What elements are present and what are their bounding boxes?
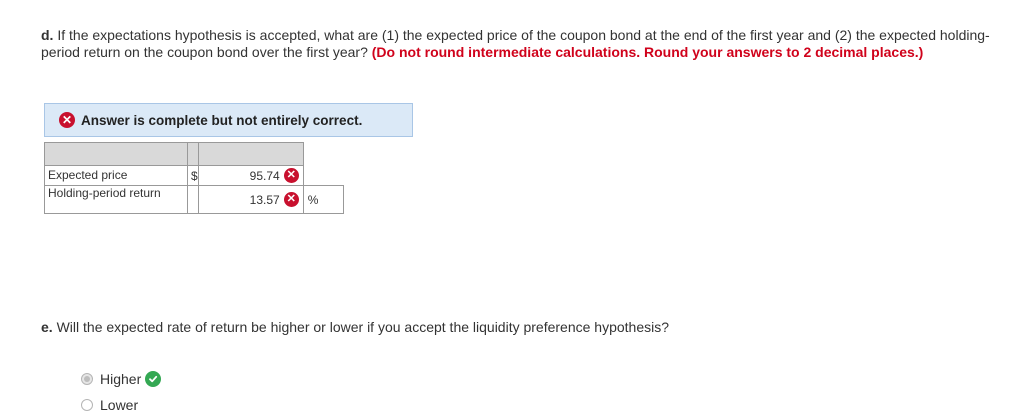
table-row: Expected price $ 95.74 ✕ — [44, 165, 344, 186]
question-e-label: e. — [41, 319, 53, 335]
x-circle-icon: ✕ — [59, 112, 75, 128]
incorrect-icon: ✕ — [283, 168, 299, 183]
answer-table-header — [44, 142, 344, 166]
option-lower[interactable]: Lower — [81, 397, 138, 413]
expected-price-input[interactable]: 95.74 ✕ — [197, 165, 304, 186]
question-e-text: Will the expected rate of return be high… — [52, 319, 670, 335]
answer-status-text: Answer is complete but not entirely corr… — [81, 112, 363, 128]
radio-lower[interactable] — [81, 399, 93, 411]
option-higher[interactable]: Higher — [81, 371, 162, 387]
option-lower-label: Lower — [100, 397, 139, 413]
expected-price-value: 95.74 — [249, 168, 280, 183]
question-e: e. Will the expected rate of return be h… — [41, 319, 669, 335]
percent-suffix: % — [302, 185, 344, 214]
option-higher-label: Higher — [100, 371, 142, 387]
table-row: Holding-period return 13.57 ✕ % — [44, 185, 344, 214]
answer-status-banner: ✕ Answer is complete but not entirely co… — [44, 103, 413, 137]
holding-period-return-value: 13.57 — [249, 192, 280, 207]
radio-higher[interactable] — [81, 373, 93, 385]
row-label: Holding-period return — [44, 185, 188, 214]
question-d-label: d. — [41, 27, 54, 43]
check-circle-icon — [145, 371, 162, 387]
row-label: Expected price — [44, 165, 188, 186]
question-d: d. If the expectations hypothesis is acc… — [41, 27, 991, 61]
holding-period-return-input[interactable]: 13.57 ✕ — [197, 185, 304, 214]
answer-table: Expected price $ 95.74 ✕ Holding-period … — [44, 142, 344, 214]
incorrect-icon: ✕ — [283, 192, 299, 207]
currency-prefix: $ — [191, 168, 198, 183]
question-d-instruction: (Do not round intermediate calculations.… — [371, 44, 924, 60]
